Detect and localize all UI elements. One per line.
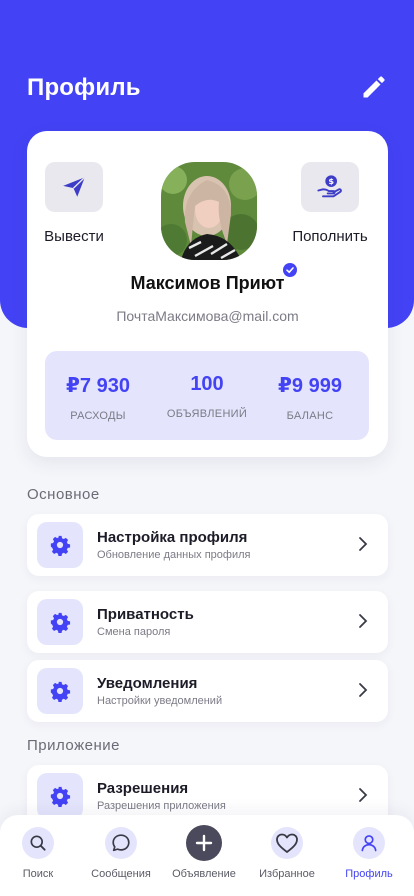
tab-profile[interactable]: Профиль [328, 827, 410, 880]
tab-icon-bg [105, 827, 137, 859]
tab-icon-bg [271, 827, 303, 859]
chevron-right-icon [359, 614, 368, 628]
section-title-main: Основное [27, 486, 100, 503]
tab-icon-bg [186, 825, 222, 861]
tab-search[interactable]: Поиск [0, 827, 79, 880]
menu-item-title: Уведомления [97, 675, 198, 692]
menu-icon-box [37, 773, 83, 819]
tab-messages[interactable]: Сообщения [80, 827, 162, 880]
heart-icon [276, 833, 298, 853]
chevron-right-icon [359, 683, 368, 697]
tab-favorites[interactable]: Избранное [246, 827, 328, 880]
paper-plane-icon [63, 176, 86, 197]
profile-name: Максимов Приют [130, 273, 285, 293]
verified-badge-icon [283, 263, 297, 277]
gear-icon [50, 681, 71, 702]
top-up-icon-box: $ [301, 162, 359, 212]
hand-coin-icon: $ [317, 175, 342, 198]
stat-value: ₽9 999 [278, 375, 342, 397]
menu-item-profile-settings[interactable]: Настройка профиля Обновление данных проф… [27, 514, 388, 576]
menu-item-privacy[interactable]: Приватность Смена пароля [27, 591, 388, 653]
avatar[interactable] [161, 162, 257, 260]
stat-label: РАСХОДЫ [70, 410, 126, 422]
gear-icon [50, 612, 71, 633]
plus-icon [195, 834, 213, 852]
stat-balance: ₽9 999 БАЛАНС [255, 373, 365, 422]
section-title-app: Приложение [27, 737, 120, 754]
top-up-button[interactable]: $ Пополнить [290, 162, 370, 245]
chevron-right-icon [359, 537, 368, 551]
withdraw-button[interactable]: Вывести [34, 162, 114, 245]
edit-profile-button[interactable] [357, 70, 391, 104]
menu-icon-box [37, 599, 83, 645]
bottom-tab-bar: Поиск Сообщения Объявление Избранное Про… [0, 815, 414, 896]
tab-label: Сообщения [91, 868, 151, 880]
menu-icon-box [37, 668, 83, 714]
stat-label: БАЛАНС [286, 410, 334, 422]
gear-icon [50, 786, 71, 807]
menu-item-subtitle: Смена пароля [97, 626, 171, 638]
top-up-label: Пополнить [292, 228, 368, 245]
menu-item-title: Разрешения [97, 780, 189, 797]
tab-icon-bg [353, 827, 385, 859]
tab-new-listing[interactable]: Объявление [163, 825, 245, 880]
profile-name-row: Максимов Приют [27, 273, 388, 294]
page-title: Профиль [27, 74, 141, 101]
stat-expenses: ₽7 930 РАСХОДЫ [43, 373, 153, 422]
search-icon [30, 835, 46, 851]
menu-icon-box [37, 522, 83, 568]
menu-item-notifications[interactable]: Уведомления Настройки уведомлений [27, 660, 388, 722]
stat-listings: 100 ОБЪЯВЛЕНИЙ [152, 373, 262, 420]
gear-icon [50, 535, 71, 556]
pencil-icon [363, 76, 385, 98]
withdraw-icon-box [45, 162, 103, 212]
menu-item-subtitle: Обновление данных профиля [97, 549, 251, 561]
menu-item-title: Настройка профиля [97, 529, 248, 546]
user-icon [361, 835, 377, 852]
menu-item-subtitle: Разрешения приложения [97, 800, 226, 812]
stat-value: ₽7 930 [66, 375, 130, 397]
stat-label: ОБЪЯВЛЕНИЙ [166, 408, 248, 420]
tab-label: Объявление [172, 868, 236, 880]
menu-item-title: Приватность [97, 606, 194, 623]
stats-panel: ₽7 930 РАСХОДЫ 100 ОБЪЯВЛЕНИЙ ₽9 999 БАЛ… [45, 351, 369, 440]
tab-label: Поиск [22, 868, 54, 880]
chat-icon [112, 834, 130, 852]
tab-icon-bg [22, 827, 54, 859]
chevron-right-icon [359, 788, 368, 802]
withdraw-label: Вывести [44, 228, 104, 245]
stat-value: 100 [190, 373, 224, 395]
svg-text:$: $ [328, 176, 334, 186]
profile-card: Вывести $ Пополнить Максимов Приют Почта… [27, 131, 388, 457]
menu-item-subtitle: Настройки уведомлений [97, 695, 223, 707]
tab-label: Профиль [345, 868, 393, 880]
tab-label: Избранное [259, 868, 315, 880]
profile-email: ПочтаМаксимова@mail.com [116, 308, 299, 324]
